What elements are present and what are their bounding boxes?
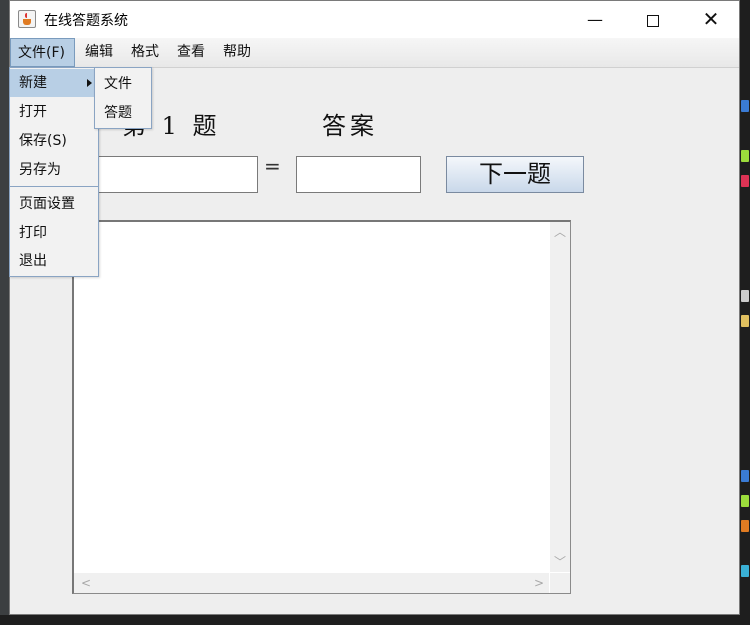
record-text-area[interactable]: ︿ ﹀ < > <box>72 220 571 594</box>
vertical-scrollbar[interactable]: ︿ ﹀ <box>550 222 570 572</box>
scroll-left-icon[interactable]: < <box>76 573 96 593</box>
question-field[interactable] <box>96 156 258 193</box>
menu-edit[interactable]: 编辑 <box>78 38 120 67</box>
answer-field[interactable] <box>296 156 421 193</box>
menu-item-open[interactable]: 打开 <box>10 98 98 126</box>
menu-item-new-label: 新建 <box>19 75 47 91</box>
next-question-button[interactable]: 下一题 <box>446 156 584 193</box>
minimize-button[interactable]: — <box>566 1 624 38</box>
menu-format[interactable]: 格式 <box>124 38 166 67</box>
menu-file[interactable]: 文件(F) <box>10 38 75 67</box>
java-cup-icon <box>18 10 36 28</box>
menu-separator <box>10 186 98 187</box>
submenu-item-quiz[interactable]: 答题 <box>95 99 151 127</box>
scroll-up-icon[interactable]: ︿ <box>550 222 570 242</box>
background-ide-left <box>0 0 9 625</box>
new-submenu: 文件 答题 <box>94 67 152 129</box>
maximize-icon <box>647 14 659 27</box>
menu-item-save[interactable]: 保存(S) <box>10 127 98 155</box>
equals-sign: = <box>264 154 281 178</box>
background-code-editor <box>740 0 750 625</box>
horizontal-scrollbar[interactable]: < > <box>74 573 549 593</box>
menu-item-new[interactable]: 新建 <box>10 69 98 97</box>
answer-label: 答案 <box>322 112 378 140</box>
menu-item-page-setup[interactable]: 页面设置 <box>10 190 98 218</box>
scroll-right-icon[interactable]: > <box>529 573 549 593</box>
submenu-item-file[interactable]: 文件 <box>95 70 151 98</box>
submenu-arrow-icon <box>87 79 92 87</box>
scroll-corner <box>550 573 570 593</box>
background-taskbar-edge <box>0 615 750 625</box>
menu-item-save-as[interactable]: 另存为 <box>10 156 98 184</box>
quiz-panel: 第 1 题 答案 = 下一题 ︿ ﹀ < > <box>10 68 739 614</box>
title-bar[interactable]: 在线答题系统 — ✕ <box>10 1 739 38</box>
maximize-button[interactable] <box>624 1 682 38</box>
menu-item-exit[interactable]: 退出 <box>10 247 98 275</box>
close-button[interactable]: ✕ <box>682 1 740 38</box>
menu-item-print[interactable]: 打印 <box>10 219 98 247</box>
window-title: 在线答题系统 <box>44 13 128 29</box>
menu-view[interactable]: 查看 <box>170 38 212 67</box>
menu-bar: 文件(F) 编辑 格式 查看 帮助 <box>10 38 739 68</box>
file-dropdown-menu: 新建 打开 保存(S) 另存为 页面设置 打印 退出 <box>9 67 99 277</box>
scroll-down-icon[interactable]: ﹀ <box>550 552 570 572</box>
menu-help[interactable]: 帮助 <box>216 38 258 67</box>
